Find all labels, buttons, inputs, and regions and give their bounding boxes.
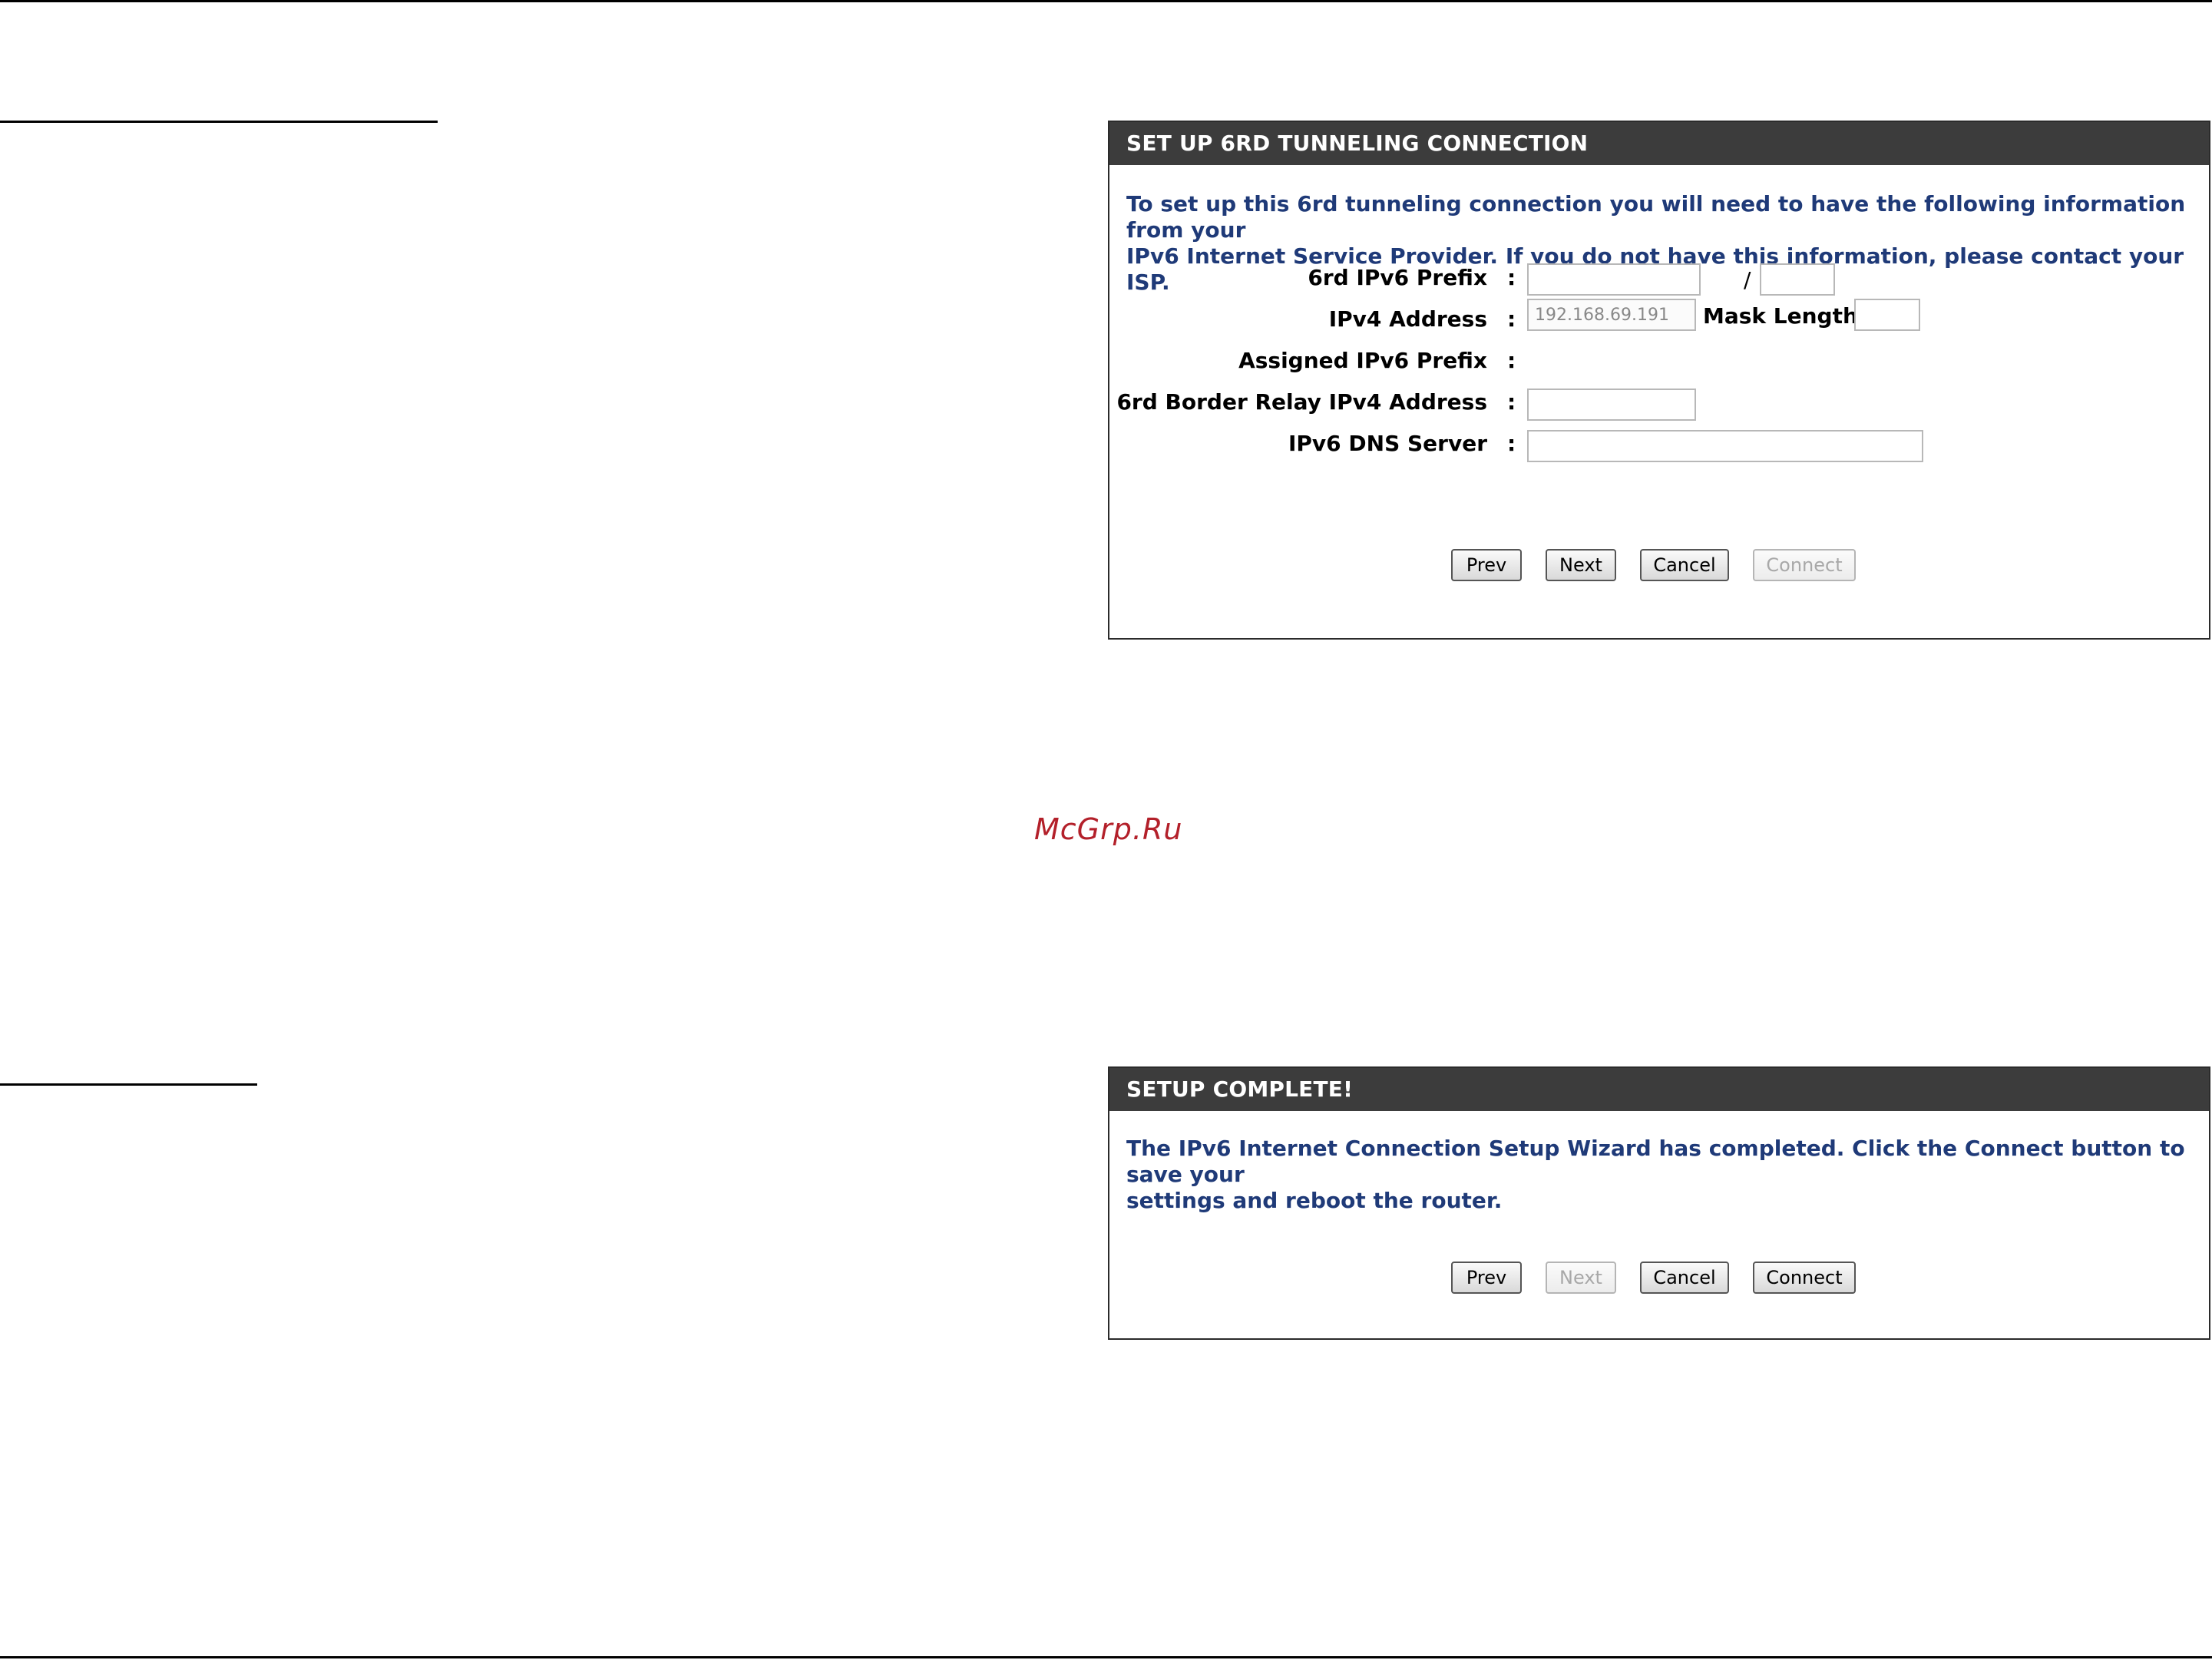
complete-intro-line-2: settings and reboot the router.: [1126, 1188, 1503, 1213]
connect-button[interactable]: Connect: [1753, 549, 1856, 581]
dns-server-label: IPv6 DNS Server: [1288, 431, 1487, 456]
complete-prev-button[interactable]: Prev: [1451, 1262, 1522, 1294]
dns-server-colon: :: [1507, 431, 1516, 456]
prefix-input[interactable]: [1527, 263, 1701, 296]
border-relay-input[interactable]: [1527, 389, 1696, 421]
complete-cancel-button[interactable]: Cancel: [1640, 1262, 1729, 1294]
section-underline-2: [0, 1083, 257, 1086]
assigned-prefix-label: Assigned IPv6 Prefix: [1238, 348, 1487, 373]
complete-intro-text: The IPv6 Internet Connection Setup Wizar…: [1126, 1136, 2194, 1214]
complete-intro-line-1: The IPv6 Internet Connection Setup Wizar…: [1126, 1136, 2185, 1187]
ipv4-address-input[interactable]: [1527, 299, 1696, 331]
assigned-prefix-colon: :: [1507, 348, 1516, 373]
watermark-text: McGrp.Ru: [1034, 812, 1183, 846]
bottom-rule: [0, 1656, 2212, 1658]
complete-connect-button[interactable]: Connect: [1753, 1262, 1856, 1294]
top-rule: [0, 0, 2212, 2]
mask-length-label: Mask Length :: [1703, 303, 1874, 329]
mask-length-input[interactable]: [1854, 299, 1920, 331]
next-button[interactable]: Next: [1546, 549, 1616, 581]
border-relay-label: 6rd Border Relay IPv4 Address: [1116, 389, 1487, 415]
setup-complete-panel: SETUP COMPLETE! The IPv6 Internet Connec…: [1108, 1066, 2210, 1340]
prefix-length-input[interactable]: [1760, 263, 1835, 296]
dns-server-input[interactable]: [1527, 430, 1923, 462]
border-relay-colon: :: [1507, 389, 1516, 415]
tunnel-intro-line-1: To set up this 6rd tunneling connection …: [1126, 191, 2186, 243]
prev-button[interactable]: Prev: [1451, 549, 1522, 581]
prefix-label: 6rd IPv6 Prefix: [1308, 265, 1487, 290]
ipv4-label: IPv4 Address: [1328, 306, 1487, 332]
complete-panel-title: SETUP COMPLETE!: [1109, 1068, 2209, 1111]
prefix-slash: /: [1744, 267, 1751, 293]
prefix-colon: :: [1507, 265, 1516, 290]
ipv4-colon: :: [1507, 306, 1516, 332]
section-underline-1: [0, 121, 438, 123]
tunnel-setup-panel: SET UP 6RD TUNNELING CONNECTION To set u…: [1108, 121, 2210, 640]
tunnel-panel-title: SET UP 6RD TUNNELING CONNECTION: [1109, 122, 2209, 165]
complete-next-button[interactable]: Next: [1546, 1262, 1616, 1294]
cancel-button[interactable]: Cancel: [1640, 549, 1729, 581]
